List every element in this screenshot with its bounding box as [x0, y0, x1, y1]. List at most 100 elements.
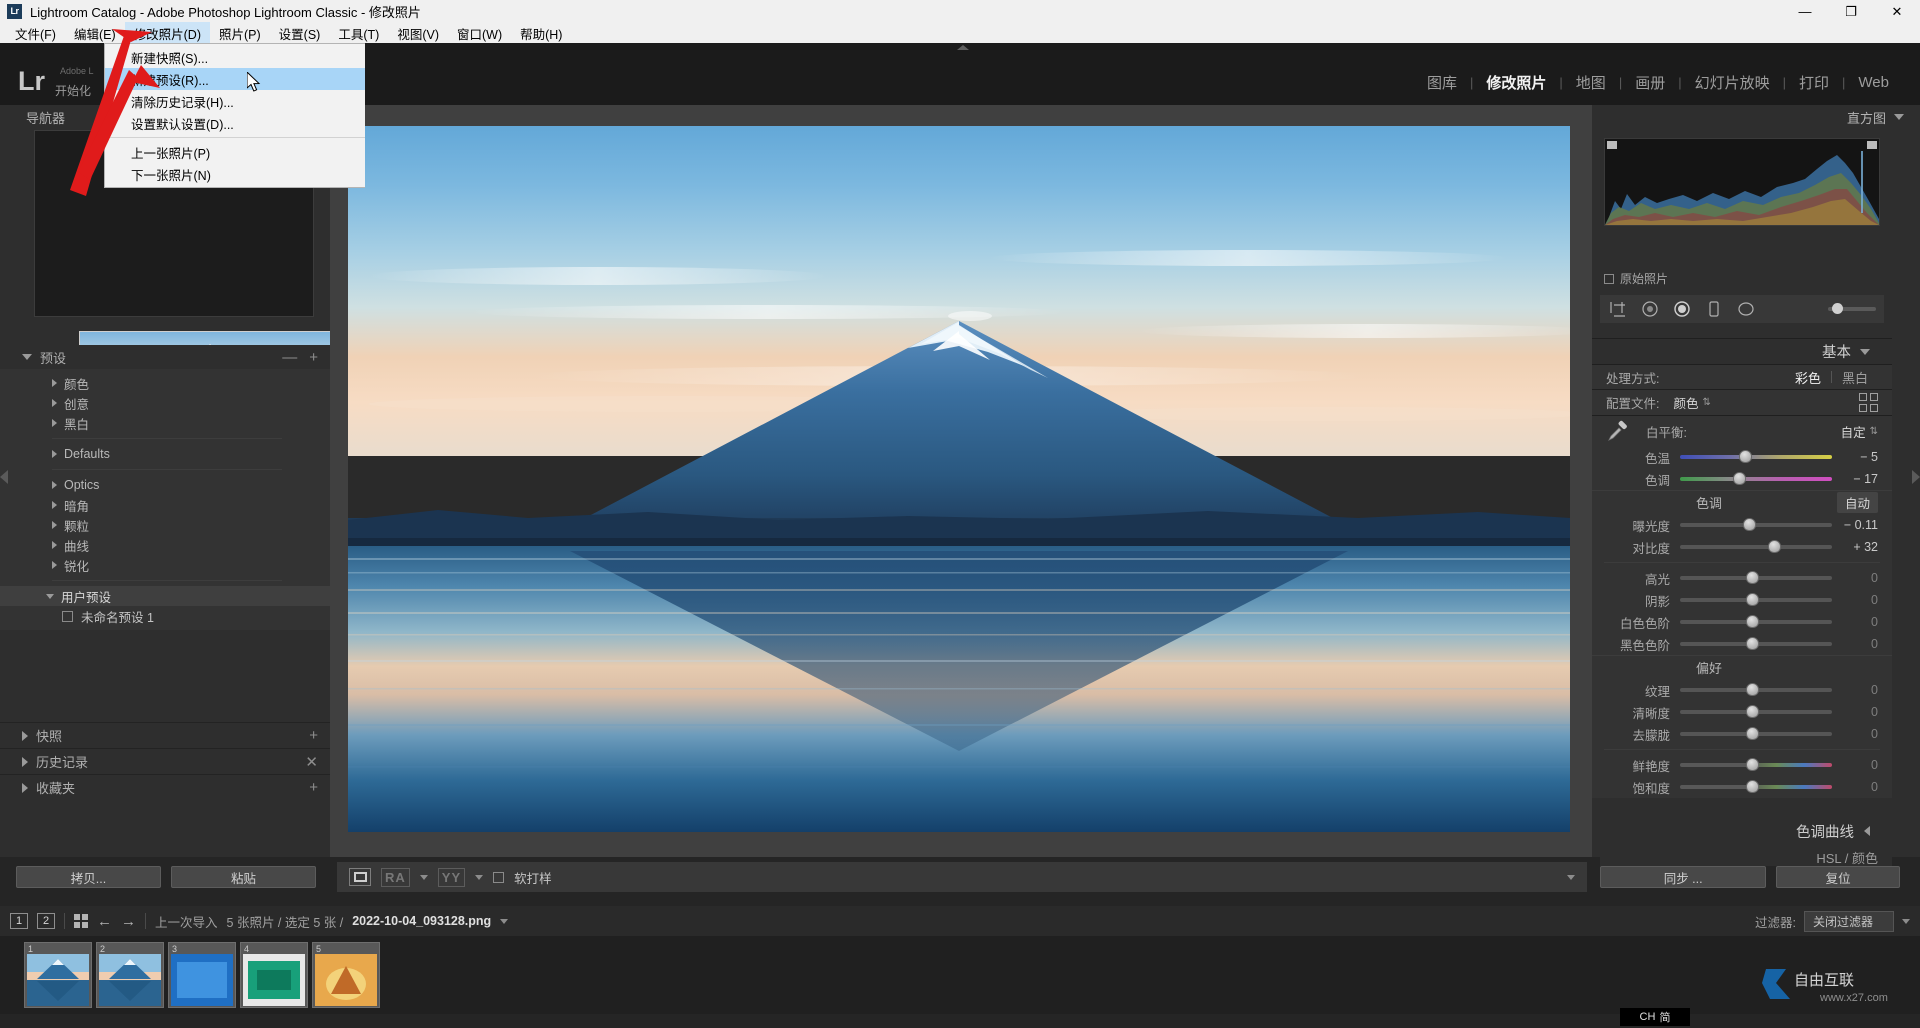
left-panel-collapse-handle[interactable]: [0, 470, 8, 484]
minimize-button[interactable]: —: [1782, 0, 1828, 23]
slider-value[interactable]: 0: [1832, 727, 1878, 741]
histogram-header[interactable]: 直方图: [1592, 105, 1920, 129]
menu-option-3[interactable]: 设置默认设置(D)...: [105, 112, 365, 134]
filmstrip-thumbnail-4[interactable]: 4: [240, 942, 308, 1008]
menu-item-7[interactable]: 窗口(W): [448, 22, 511, 45]
left-section-action[interactable]: +: [309, 779, 318, 796]
radial-gradient-tool-icon[interactable]: [1736, 299, 1756, 319]
chevron-right-icon[interactable]: [52, 481, 57, 489]
chevron-right-icon[interactable]: [52, 399, 57, 407]
menu-item-4[interactable]: 设置(S): [270, 22, 330, 45]
slider-handle[interactable]: [1746, 727, 1760, 740]
preset-group[interactable]: 黑白: [0, 413, 330, 433]
left-section-2[interactable]: 收藏夹 +: [0, 774, 330, 800]
menu-option-0[interactable]: 新建快照(S)...Ctrl+N: [105, 46, 365, 68]
slider-track[interactable]: [1680, 450, 1832, 463]
slider-value[interactable]: 0: [1832, 705, 1878, 719]
right-button-0[interactable]: 同步 ...: [1600, 866, 1767, 888]
arrow-right-icon[interactable]: →: [121, 913, 136, 930]
slider-handle[interactable]: [1732, 472, 1746, 485]
slider-handle[interactable]: [1743, 518, 1757, 531]
left-section-action[interactable]: ✕: [305, 753, 318, 771]
left-section-0[interactable]: 快照 +: [0, 722, 330, 748]
top-panel-toggle-arrow[interactable]: [957, 45, 969, 50]
left-section-action[interactable]: +: [309, 727, 318, 744]
toolbar-chevron-down-icon[interactable]: [1567, 874, 1575, 880]
slider-handle[interactable]: [1746, 571, 1760, 584]
menu-item-2[interactable]: 修改照片(D): [124, 21, 210, 45]
arrow-left-icon[interactable]: ←: [97, 913, 112, 930]
slider-handle[interactable]: [1738, 450, 1752, 463]
red-eye-tool-icon[interactable]: [1672, 299, 1692, 319]
preset-group[interactable]: 曲线: [0, 535, 330, 555]
filmstrip-source[interactable]: 上一次导入: [155, 912, 218, 931]
before-after-yy-chevron-down-icon[interactable]: [475, 874, 484, 880]
slider-value[interactable]: 0: [1832, 758, 1878, 772]
slider-track[interactable]: [1680, 637, 1832, 650]
auto-tone-button[interactable]: 自动: [1836, 492, 1878, 513]
slider-track[interactable]: [1680, 758, 1832, 771]
filmstrip-thumbnail-1[interactable]: 1: [24, 942, 92, 1008]
masking-tool-icon[interactable]: [1704, 299, 1724, 319]
preset-group[interactable]: 暗角: [0, 495, 330, 515]
module-2[interactable]: 地图: [1563, 72, 1619, 93]
slider-value[interactable]: 0: [1832, 615, 1878, 629]
module-0[interactable]: 图库: [1414, 72, 1470, 93]
chevron-down-icon[interactable]: [1894, 114, 1904, 120]
eyedropper-icon[interactable]: [1606, 419, 1632, 443]
slider-handle[interactable]: [1746, 615, 1760, 628]
grid-view-icon[interactable]: [74, 914, 88, 928]
photo-viewport[interactable]: [348, 126, 1570, 832]
filter-select[interactable]: 关闭过滤器: [1803, 910, 1894, 932]
right-panel-collapse-handle[interactable]: [1912, 470, 1920, 484]
module-6[interactable]: Web: [1845, 74, 1902, 91]
filmstrip-thumbnail-3[interactable]: 3: [168, 942, 236, 1008]
menu-item-0[interactable]: 文件(F): [6, 22, 65, 45]
filter-chevron-down-icon[interactable]: [1902, 918, 1910, 924]
filmstrip-chevron-down-icon[interactable]: [500, 918, 509, 924]
chevron-right-icon[interactable]: [52, 501, 57, 509]
maximize-button[interactable]: ❐: [1828, 0, 1874, 23]
white-balance-stepper-icon[interactable]: ⇅: [1870, 426, 1878, 437]
chevron-right-icon[interactable]: [52, 541, 57, 549]
slider-handle[interactable]: [1746, 780, 1760, 793]
before-after-yy-icon[interactable]: YY: [437, 867, 466, 887]
slider-value[interactable]: − 17: [1832, 472, 1878, 486]
profile-stepper-icon[interactable]: ⇅: [1703, 397, 1711, 408]
slider-track[interactable]: [1680, 705, 1832, 718]
module-1[interactable]: 修改照片: [1473, 72, 1559, 93]
chevron-right-icon[interactable]: [52, 419, 57, 427]
white-balance-value[interactable]: 自定: [1841, 422, 1866, 441]
treatment-color-option[interactable]: 彩色: [1785, 368, 1831, 387]
slider-handle[interactable]: [1746, 637, 1760, 650]
chevron-left-icon[interactable]: [1864, 826, 1870, 836]
left-section-1[interactable]: 历史记录 ✕: [0, 748, 330, 774]
slider-value[interactable]: 0: [1832, 593, 1878, 607]
module-5[interactable]: 打印: [1786, 72, 1842, 93]
chevron-down-icon[interactable]: [22, 354, 32, 360]
tone-curve-panel-header[interactable]: 色调曲线: [1600, 818, 1892, 844]
before-after-ra-chevron-down-icon[interactable]: [419, 874, 428, 880]
user-presets-group[interactable]: 用户预设: [0, 586, 330, 606]
slider-track[interactable]: [1680, 683, 1832, 696]
filmstrip-thumbnail-5[interactable]: 5: [312, 942, 380, 1008]
slider-track[interactable]: [1680, 727, 1832, 740]
slider-value[interactable]: + 32: [1832, 540, 1878, 554]
module-3[interactable]: 画册: [1622, 72, 1678, 93]
softproof-checkbox[interactable]: [493, 871, 505, 883]
presets-section-header[interactable]: 预设 — +: [0, 345, 330, 369]
spot-removal-tool-icon[interactable]: [1640, 299, 1660, 319]
chevron-right-icon[interactable]: [22, 730, 28, 741]
histogram[interactable]: [1604, 138, 1880, 226]
slider-handle[interactable]: [1767, 540, 1781, 553]
remove-preset-button[interactable]: —: [282, 349, 297, 366]
menu-item-5[interactable]: 工具(T): [329, 22, 388, 45]
basic-panel-header[interactable]: 基本: [1592, 338, 1892, 364]
menu-option-1[interactable]: 新建预设(R)... Ctrl+Shift+N: [105, 68, 365, 90]
slider-track[interactable]: [1680, 780, 1832, 793]
preset-group[interactable]: 创意: [0, 393, 330, 413]
preset-group[interactable]: 锐化: [0, 555, 330, 575]
slider-value[interactable]: 0: [1832, 683, 1878, 697]
menu-item-3[interactable]: 照片(P): [210, 22, 270, 45]
menu-item-8[interactable]: 帮助(H): [511, 22, 571, 45]
